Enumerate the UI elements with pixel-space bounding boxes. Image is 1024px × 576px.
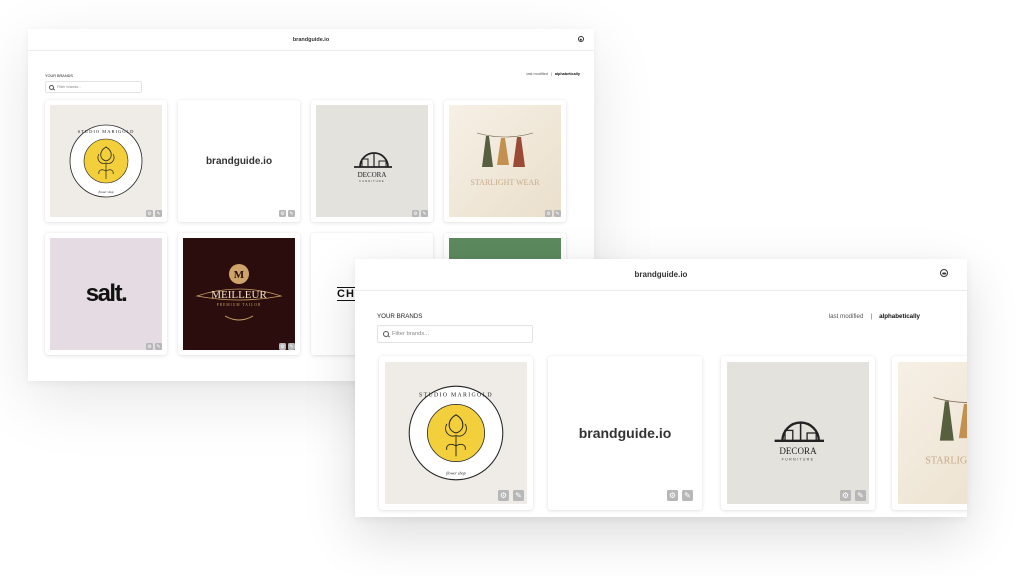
brand-card-salt[interactable]: salt. ⚙ ✎ [45,233,167,355]
card-actions: ⚙ ✎ [840,490,866,501]
decora-logo: DECORA FURNITURE [354,152,392,183]
card-actions: ⚙ ✎ [412,210,428,217]
profile-icon[interactable] [578,36,584,42]
brandguide-wordmark: brandguide.io [578,425,672,441]
foreground-browser-window: brandguide.io YOUR BRANDS Filter brands.… [355,259,967,517]
filter-placeholder: Filter brands... [392,331,430,337]
settings-icon[interactable]: ⚙ [667,490,678,501]
brand-thumbnail: M MEILLEUR PREMIUM TAILOR [183,238,295,350]
logo-text: STARLIGHT WEAR [470,178,540,187]
card-actions: ⚙ ✎ [146,343,162,350]
profile-icon[interactable] [940,269,948,277]
logo-subtext: FURNITURE [782,457,815,461]
brand-thumbnail: brandguide.io [178,100,300,222]
sort-separator: | [870,313,873,320]
logo-text: MEILLEUR [211,289,267,301]
logo-monogram: M [234,269,245,281]
brand-card-studio-marigold[interactable]: STUDIO MARIGOLD flower shop ⚙ ✎ [379,356,533,510]
filter-brands-input[interactable]: Filter brands... [45,81,142,93]
starlight-wear-logo: STARLIGHT WEAR [925,397,967,466]
brand-thumbnail: DECORA FURNITURE [316,105,428,217]
edit-icon[interactable]: ✎ [855,490,866,501]
brand-card-decora[interactable]: DECORA FURNITURE ⚙ ✎ [311,100,433,222]
your-brands-label: YOUR BRANDS [45,74,73,78]
settings-icon[interactable]: ⚙ [545,210,552,217]
brand-card-brandguide[interactable]: brandguide.io ⚙ ✎ [548,356,702,510]
brand-thumbnail: salt. [50,238,162,350]
sort-last-modified[interactable]: last modified [829,313,864,320]
brand-card-decora[interactable]: DECORA FURNITURE ⚙ ✎ [721,356,875,510]
card-actions: ⚙ ✎ [545,210,561,217]
edit-icon[interactable]: ✎ [554,210,561,217]
salt-wordmark: salt. [85,280,128,307]
edit-icon[interactable]: ✎ [155,343,162,350]
sort-controls: last modified | alphabetically [829,313,920,320]
brand-thumbnail: STUDIO MARIGOLD flower shop [385,362,527,504]
logo-text: STUDIO MARIGOLD [419,393,493,399]
brand-thumbnail: brandguide.io [548,356,702,510]
settings-icon[interactable]: ⚙ [279,210,286,217]
brandguide-wordmark: brandguide.io [205,155,273,167]
filter-brands-input[interactable]: Filter brands... [377,325,533,343]
edit-icon[interactable]: ✎ [682,490,693,501]
brand-card-starlight-wear[interactable]: STARLIGHT WEAR ⚙ ✎ [444,100,566,222]
brand-thumbnail: STARLIGHT WEAR [898,362,967,504]
filter-placeholder: Filter brands... [57,85,82,89]
edit-icon[interactable]: ✎ [421,210,428,217]
logo-subtext: flower shop [99,190,114,194]
settings-icon[interactable]: ⚙ [146,343,153,350]
logo-subtext: flower shop [446,471,466,476]
logo-text: DECORA [779,446,817,456]
brand-card-brandguide[interactable]: brandguide.io ⚙ ✎ [178,100,300,222]
search-icon [49,84,54,90]
meilleur-logo: M MEILLEUR PREMIUM TAILOR [195,264,283,321]
edit-icon[interactable]: ✎ [288,210,295,217]
settings-icon[interactable]: ⚙ [498,490,509,501]
card-actions: ⚙ ✎ [146,210,162,217]
edit-icon[interactable]: ✎ [288,343,295,350]
sort-separator: | [550,72,552,76]
top-bar: brandguide.io [355,259,967,291]
settings-icon[interactable]: ⚙ [412,210,419,217]
logo-text: STARLIGHT WEAR [925,455,967,466]
sort-controls: last modified | alphabetically [527,72,580,76]
logo-text: STUDIO MARIGOLD [78,129,135,134]
card-actions: ⚙ ✎ [279,210,295,217]
edit-icon[interactable]: ✎ [155,210,162,217]
starlight-wear-logo: STARLIGHT WEAR [470,132,540,187]
logo-text: DECORA [358,171,387,179]
brand-thumbnail: STUDIO MARIGOLD flower shop [50,105,162,217]
brand-thumbnail: DECORA FURNITURE [727,362,869,504]
app-title: brandguide.io [634,270,688,279]
settings-icon[interactable]: ⚙ [279,343,286,350]
app-title: brandguide.io [292,36,330,43]
brand-card-studio-marigold[interactable]: STUDIO MARIGOLD flower shop ⚙ ✎ [45,100,167,222]
settings-icon[interactable]: ⚙ [840,490,851,501]
brand-thumbnail: STARLIGHT WEAR [449,105,561,217]
card-actions: ⚙ ✎ [498,490,524,501]
logo-subtext: FURNITURE [359,179,384,183]
brand-card-starlight-wear[interactable]: STARLIGHT WEAR [892,356,967,510]
card-actions: ⚙ ✎ [279,343,295,350]
settings-icon[interactable]: ⚙ [146,210,153,217]
sort-alphabetically[interactable]: alphabetically [555,72,580,76]
edit-icon[interactable]: ✎ [513,490,524,501]
logo-subtext: PREMIUM TAILOR [217,303,262,307]
studio-marigold-logo: STUDIO MARIGOLD flower shop [69,124,143,198]
decora-logo: DECORA FURNITURE [774,421,824,461]
search-icon [383,331,389,337]
sort-last-modified[interactable]: last modified [527,72,548,76]
top-bar: brandguide.io [28,29,594,51]
your-brands-label: YOUR BRANDS [377,313,423,320]
sort-alphabetically[interactable]: alphabetically [879,313,920,320]
brand-card-meilleur[interactable]: M MEILLEUR PREMIUM TAILOR ⚙ ✎ [178,233,300,355]
studio-marigold-logo: STUDIO MARIGOLD flower shop [408,385,504,481]
card-actions: ⚙ ✎ [667,490,693,501]
